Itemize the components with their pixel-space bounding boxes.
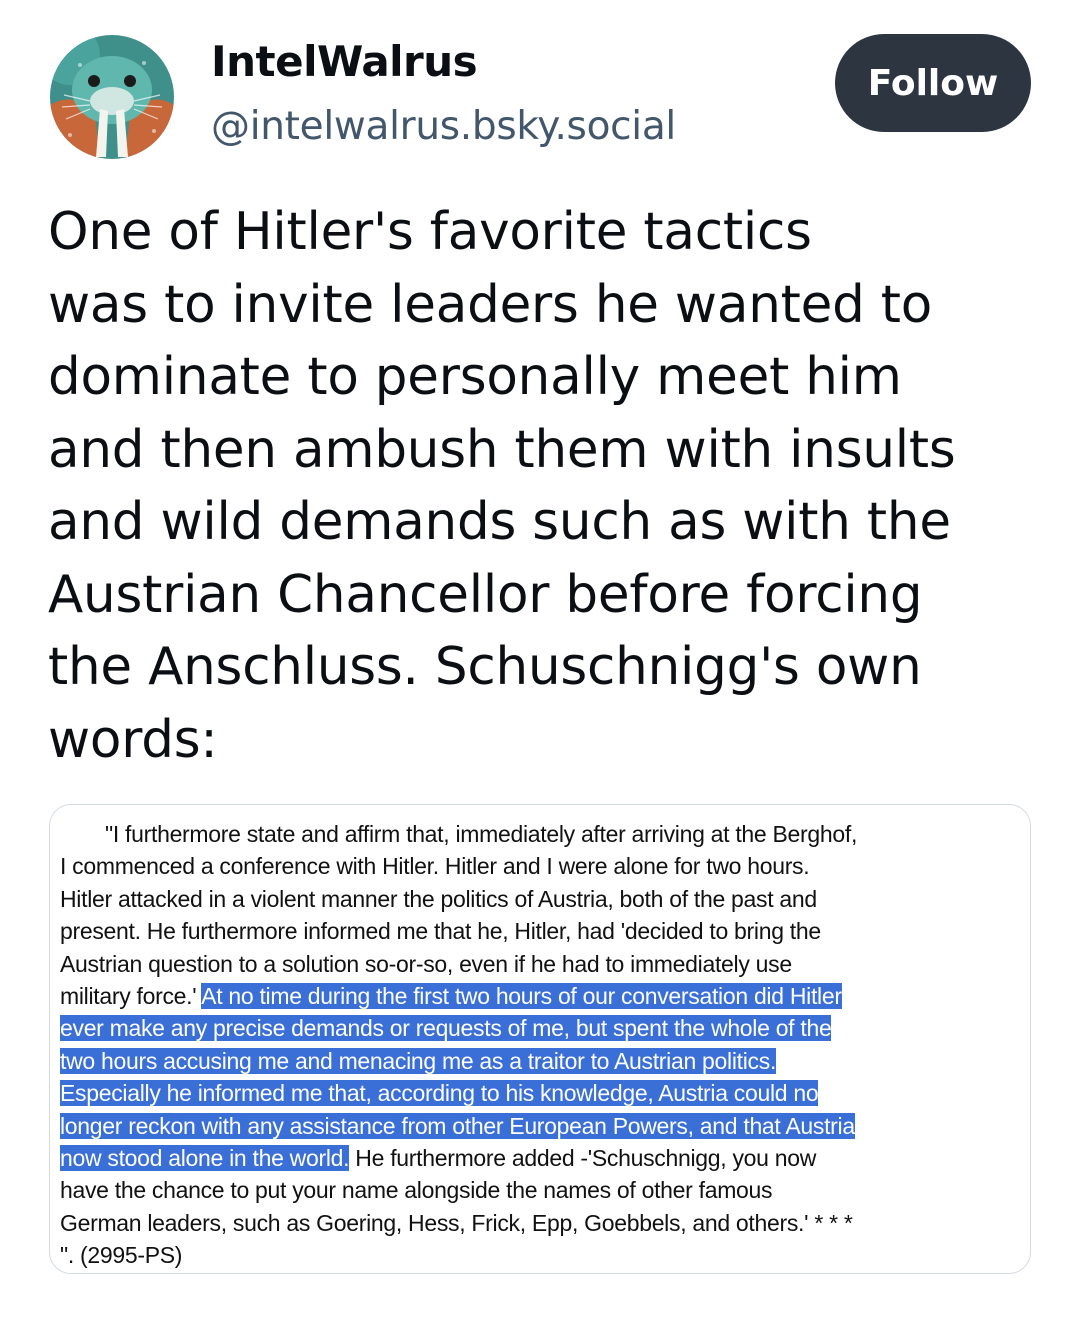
quote-highlighted-text: longer reckon with any assistance from o… — [60, 1112, 855, 1139]
quote-line: German leaders, such as Goering, Hess, F… — [60, 1209, 853, 1236]
quote-line: two hours accusing me and menacing me as… — [60, 1045, 1025, 1077]
embedded-image[interactable]: "I furthermore state and affirm that, im… — [49, 804, 1031, 1274]
user-handle[interactable]: @intelwalrus.bsky.social — [211, 104, 676, 149]
post-text-line: One of Hitler's favorite tactics — [48, 202, 812, 262]
quote-plain-text: military force.' — [60, 983, 197, 1010]
display-name[interactable]: IntelWalrus — [211, 37, 478, 86]
quote-highlighted-text: now stood alone in the world. — [60, 1145, 350, 1172]
quote-line: ever make any precise demands or request… — [60, 1012, 1025, 1044]
avatar[interactable] — [50, 35, 174, 159]
post-text-line: dominate to personally meet him — [48, 347, 902, 407]
follow-button[interactable]: Follow — [835, 34, 1031, 132]
quote-highlighted-text: ever make any precise demands or request… — [60, 1015, 832, 1042]
quote-highlighted-text: At no time during the first two hours of… — [201, 983, 842, 1010]
post-text-line: the Anschluss. Schuschnigg's own — [48, 637, 922, 697]
post-text: One of Hitler's favorite tactics was to … — [48, 196, 1048, 776]
quote-highlighted-text: Especially he informed me that, accordin… — [60, 1080, 819, 1107]
post-text-line: and wild demands such as with the — [48, 492, 951, 552]
quote-line: Austrian question to a solution so-or-so… — [60, 950, 792, 977]
walrus-avatar-icon — [50, 35, 174, 159]
quote-line: I commenced a conference with Hitler. Hi… — [60, 853, 810, 880]
quote-line: have the chance to put your name alongsi… — [60, 1177, 773, 1204]
quote-highlighted-text: two hours accusing me and menacing me as… — [60, 1047, 777, 1074]
post-text-line: was to invite leaders he wanted to — [48, 274, 933, 335]
post-text-line: and then ambush them with insults — [48, 419, 956, 480]
quote-line: ". (2995-PS) — [60, 1242, 183, 1269]
post-text-line: words: — [48, 709, 218, 770]
quote-line: Hitler attacked in a violent manner the … — [60, 885, 817, 912]
quote-line: "I furthermore state and affirm that, im… — [105, 821, 858, 847]
quote-line: longer reckon with any assistance from o… — [60, 1110, 1025, 1142]
quote-line: Especially he informed me that, accordin… — [60, 1077, 1025, 1109]
quote-plain-text: He furthermore added -'Schuschnigg, you … — [349, 1145, 817, 1172]
quote-line: now stood alone in the world. He further… — [60, 1142, 1025, 1174]
quote-document-text: "I furthermore state and affirm that, im… — [60, 818, 1025, 1272]
post-text-line: Austrian Chancellor before forcing — [48, 564, 923, 625]
quote-line: present. He furthermore informed me that… — [60, 918, 821, 945]
quote-line: military force.' At no time during the f… — [60, 980, 1025, 1012]
follow-button-label: Follow — [867, 62, 999, 104]
